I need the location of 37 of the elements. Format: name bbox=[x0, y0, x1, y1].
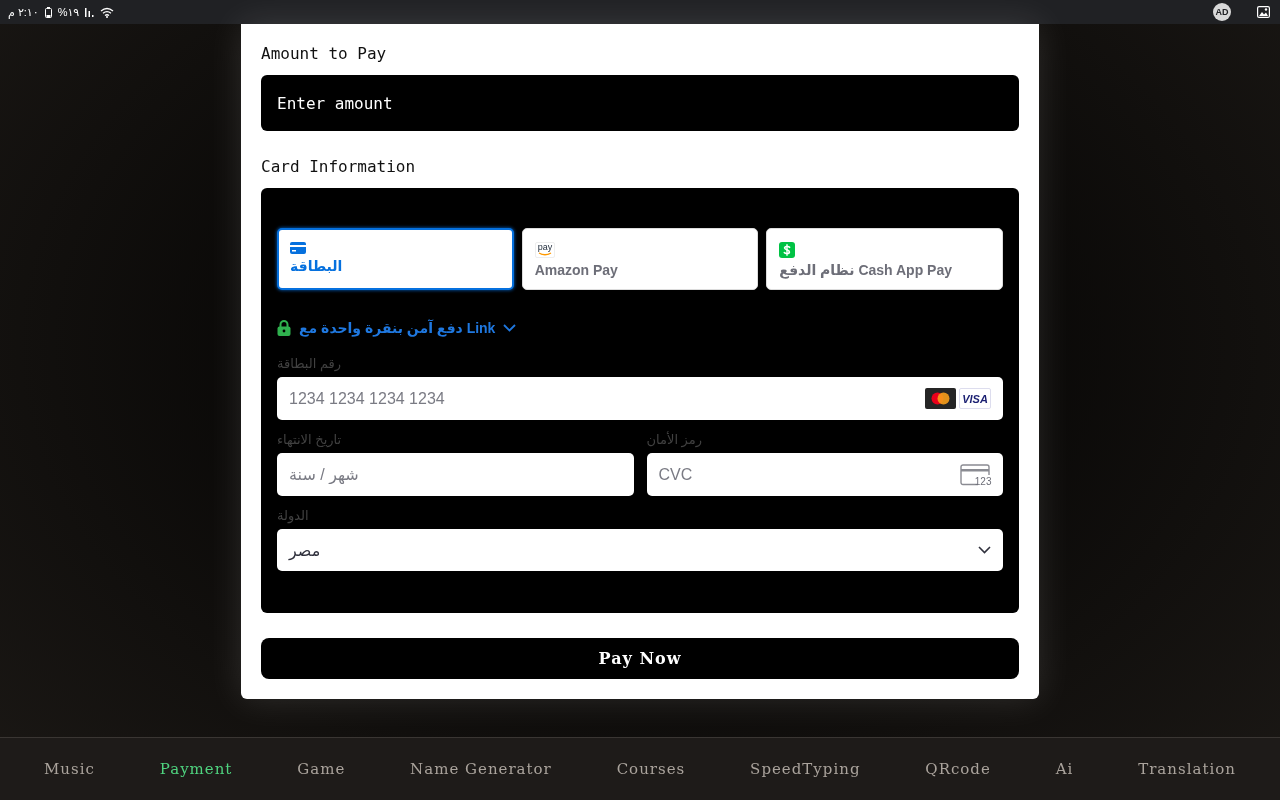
payment-method-tab[interactable]: pay Amazon Pay bbox=[521, 228, 759, 290]
payment-method-tab[interactable]: البطاقة bbox=[277, 228, 514, 290]
card-icon bbox=[290, 242, 306, 254]
nav-item[interactable]: Translation bbox=[1138, 760, 1236, 778]
battery-icon bbox=[44, 6, 52, 18]
nav-item[interactable]: SpeedTyping bbox=[750, 760, 861, 778]
country-label: الدولة bbox=[277, 508, 310, 524]
nav-item[interactable]: Name Generator bbox=[410, 760, 552, 778]
clock-time: ٢:١٠ م bbox=[8, 5, 39, 19]
expiry-field[interactable]: شهر / سنة bbox=[277, 453, 634, 496]
amount-field[interactable]: Enter amount bbox=[261, 75, 1019, 131]
security-code-label: رمز الأمان bbox=[646, 432, 704, 448]
dollar-icon bbox=[779, 242, 796, 258]
amazon-pay-logo: pay bbox=[534, 242, 556, 258]
nav-item[interactable]: Courses bbox=[616, 760, 686, 778]
chevron-down-icon bbox=[978, 546, 991, 554]
nav-item[interactable]: Ai bbox=[1055, 760, 1074, 778]
battery-percent: %١٩ bbox=[57, 5, 80, 19]
payment-method-tab[interactable]: نظام الدفع Cash App Pay bbox=[766, 228, 1003, 290]
visa-logo: VISA bbox=[959, 388, 991, 409]
nav-item[interactable]: Music bbox=[44, 760, 95, 778]
signal-icon bbox=[85, 7, 95, 17]
nav-item[interactable]: Payment bbox=[159, 760, 233, 778]
card-number-label: رقم البطاقة bbox=[277, 356, 343, 372]
mastercard-logo bbox=[925, 388, 956, 409]
expiry-label: تاريخ الانتهاء bbox=[277, 432, 343, 448]
chevron-down-icon[interactable] bbox=[503, 324, 517, 332]
pay-now-button[interactable]: Pay Now bbox=[261, 638, 1019, 679]
nav-item[interactable]: Game bbox=[297, 760, 346, 778]
ad-badge: AD bbox=[1213, 3, 1231, 21]
wifi-icon bbox=[100, 6, 115, 18]
card-information-label: Card Information bbox=[261, 157, 417, 177]
nav-item[interactable]: QRcode bbox=[925, 760, 991, 778]
amount-label: Amount to Pay bbox=[261, 44, 388, 64]
image-icon bbox=[1257, 6, 1270, 18]
country-select[interactable]: مصر bbox=[277, 529, 1003, 571]
lock-icon bbox=[277, 320, 291, 336]
